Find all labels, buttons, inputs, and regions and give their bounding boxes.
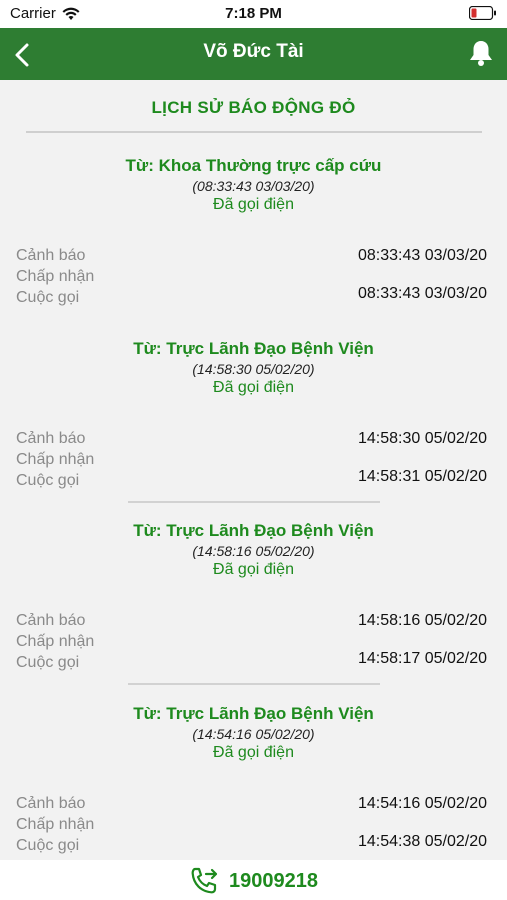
accepted-label: Chấp nhận <box>16 816 95 833</box>
call-label: Cuộc gọi <box>16 472 80 489</box>
history-record[interactable]: Từ: Trực Lãnh Đạo Bệnh Viện (14:54:16 05… <box>0 698 507 868</box>
call-label: Cuộc gọi <box>16 289 80 306</box>
record-sender: Từ: Khoa Thường trực cấp cứu <box>125 156 382 175</box>
battery-icon <box>469 6 496 20</box>
record-sender: Từ: Trực Lãnh Đạo Bệnh Viện <box>133 521 374 540</box>
section-divider <box>26 131 482 133</box>
accepted-label: Chấp nhận <box>16 633 95 650</box>
warning-label: Cảnh báo <box>16 795 86 812</box>
record-status: Đã gọi điện <box>213 744 294 761</box>
accepted-label: Chấp nhận <box>16 268 95 285</box>
accepted-label: Chấp nhận <box>16 451 95 468</box>
call-label: Cuộc gọi <box>16 837 80 854</box>
record-sender: Từ: Trực Lãnh Đạo Bệnh Viện <box>133 339 374 358</box>
record-timestamp: (14:58:16 05/02/20) <box>192 543 315 559</box>
warning-label: Cảnh báo <box>16 247 86 264</box>
warning-time: 14:58:30 05/02/20 <box>357 430 487 447</box>
warning-label: Cảnh báo <box>16 612 86 629</box>
record-status: Đã gọi điện <box>213 561 294 578</box>
hotline-footer: 19009218 <box>0 860 507 900</box>
warning-time: 08:33:43 03/03/20 <box>357 247 487 264</box>
history-record[interactable]: Từ: Trực Lãnh Đạo Bệnh Viện (14:58:16 05… <box>0 515 507 685</box>
record-status: Đã gọi điện <box>213 379 294 396</box>
record-status: Đã gọi điện <box>213 196 294 213</box>
warning-label: Cảnh báo <box>16 430 86 447</box>
record-timestamp: (08:33:43 03/03/20) <box>192 178 315 194</box>
record-divider <box>128 501 380 503</box>
clock: 7:18 PM <box>225 5 282 22</box>
record-timestamp: (14:58:30 05/02/20) <box>192 361 315 377</box>
warning-time: 14:58:16 05/02/20 <box>357 612 487 629</box>
record-divider <box>128 683 380 685</box>
history-record[interactable]: Từ: Trực Lãnh Đạo Bệnh Viện (14:58:30 05… <box>0 333 507 503</box>
status-bar: Carrier 7:18 PM <box>0 0 507 28</box>
page-title: Võ Đức Tài <box>203 41 304 62</box>
hotline-number: 19009218 <box>229 869 318 892</box>
navigation-bar: Võ Đức Tài <box>0 28 507 80</box>
record-sender: Từ: Trực Lãnh Đạo Bệnh Viện <box>133 704 374 723</box>
record-timestamp: (14:54:16 05/02/20) <box>192 726 315 742</box>
call-time: 14:54:38 05/02/20 <box>357 833 487 850</box>
phone-forward-icon <box>191 867 218 894</box>
call-time: 14:58:17 05/02/20 <box>357 650 487 667</box>
bell-icon[interactable] <box>467 38 495 68</box>
hotline-call-button[interactable]: 19009218 <box>0 866 507 896</box>
history-record[interactable]: Từ: Khoa Thường trực cấp cứu (08:33:43 0… <box>0 150 507 320</box>
section-title: LỊCH SỬ BÁO ĐỘNG ĐỎ <box>151 98 356 117</box>
call-time: 14:58:31 05/02/20 <box>357 468 487 485</box>
call-time: 08:33:43 03/03/20 <box>357 285 487 302</box>
warning-time: 14:54:16 05/02/20 <box>357 795 487 812</box>
call-label: Cuộc gọi <box>16 654 80 671</box>
